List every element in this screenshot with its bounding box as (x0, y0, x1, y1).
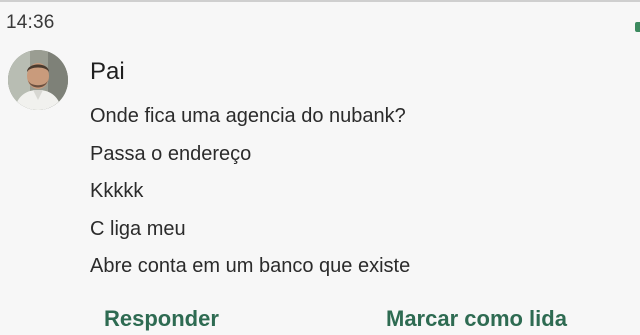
message-line: Onde fica uma agencia do nubank? (90, 105, 406, 127)
message-line: Abre conta em um banco que existe (90, 255, 411, 277)
person-avatar-icon (8, 50, 68, 110)
reply-button[interactable]: Responder (104, 306, 219, 332)
message-list: Onde fica uma agencia do nubank? Passa o… (90, 98, 410, 286)
avatar[interactable] (8, 50, 68, 110)
message-line: C liga meu (90, 217, 186, 240)
message-line: Passa o endereço (90, 142, 252, 165)
message-line: Kkkkk (90, 180, 144, 202)
message-notification[interactable]: 14:36 Pai Onde fica uma agencia do nuban… (0, 0, 640, 335)
mark-as-read-button[interactable]: Marcar como lida (386, 306, 567, 332)
app-indicator-icon (635, 22, 640, 32)
notification-actions: Responder Marcar como lida (0, 300, 640, 335)
sender-name: Pai (90, 58, 125, 85)
notification-time: 14:36 (6, 12, 55, 33)
